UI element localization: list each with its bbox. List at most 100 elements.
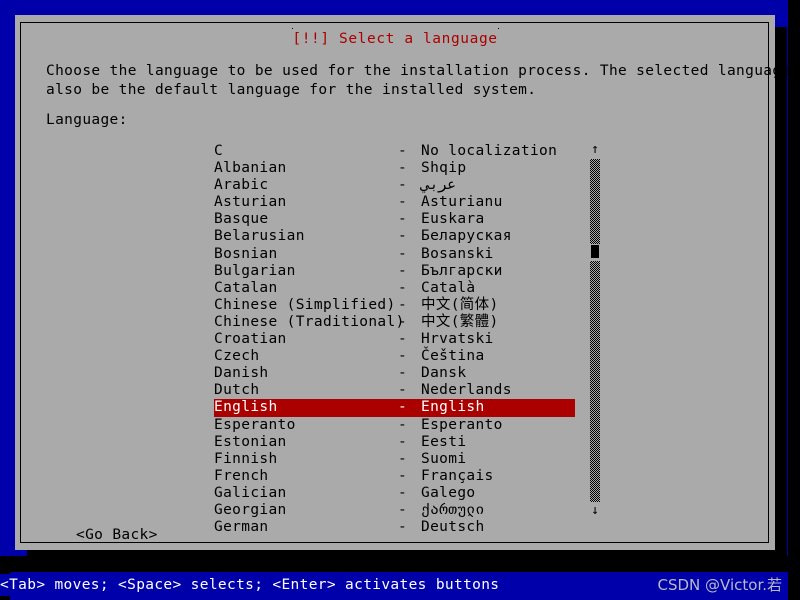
language-native-name: عربي bbox=[421, 177, 456, 194]
language-row[interactable]: Belarusian - Беларуская bbox=[214, 228, 584, 245]
language-name: Galician bbox=[214, 484, 287, 501]
language-separator: - bbox=[398, 450, 408, 467]
language-name: French bbox=[214, 467, 269, 484]
language-name: Finnish bbox=[214, 450, 278, 467]
language-row[interactable]: Esperanto - Esperanto bbox=[214, 417, 584, 434]
language-name: Estonian bbox=[214, 433, 287, 450]
dialog-title-bar: [!!] Select a language bbox=[15, 28, 775, 49]
language-name: Belarusian bbox=[214, 228, 305, 245]
language-name: Bulgarian bbox=[214, 262, 296, 279]
language-row[interactable]: Dutch - Nederlands bbox=[214, 382, 584, 399]
language-row[interactable]: Danish - Dansk bbox=[214, 365, 584, 382]
language-native-name: 中文(简体) bbox=[421, 296, 499, 313]
instruction-text: Choose the language to be used for the i… bbox=[46, 62, 800, 100]
language-native-name: Bosanski bbox=[421, 245, 494, 262]
language-separator: - bbox=[398, 416, 408, 433]
language-separator: - bbox=[398, 296, 408, 313]
language-native-name: English bbox=[421, 399, 485, 416]
language-native-name: ქართული bbox=[421, 501, 485, 518]
scroll-down-arrow-icon[interactable]: ↓ bbox=[588, 504, 602, 518]
language-separator: - bbox=[398, 399, 408, 416]
language-native-name: Euskara bbox=[421, 211, 485, 228]
language-native-name: Hrvatski bbox=[421, 331, 494, 348]
language-separator: - bbox=[398, 433, 408, 450]
language-separator: - bbox=[398, 484, 408, 501]
instruction-line-1: Choose the language to be used for the i… bbox=[46, 63, 800, 79]
language-name: Chinese (Traditional) bbox=[214, 313, 405, 330]
language-row[interactable]: Georgian - ქართული bbox=[214, 502, 584, 519]
language-separator: - bbox=[398, 262, 408, 279]
language-row[interactable]: French - Français bbox=[214, 468, 584, 485]
language-separator: - bbox=[398, 194, 408, 211]
keyboard-help-bar: <Tab> moves; <Space> selects; <Enter> ac… bbox=[0, 574, 640, 596]
scrollbar-trough-lower[interactable] bbox=[590, 261, 600, 502]
language-separator: - bbox=[398, 143, 408, 159]
language-name: Asturian bbox=[214, 194, 287, 211]
language-row[interactable]: Czech - Čeština bbox=[214, 348, 584, 365]
language-separator: - bbox=[398, 348, 408, 365]
language-row[interactable]: C - No localization bbox=[214, 143, 584, 160]
language-row[interactable]: Estonian - Eesti bbox=[214, 434, 584, 451]
language-native-name: Dansk bbox=[421, 365, 467, 382]
language-row[interactable]: German - Deutsch bbox=[214, 519, 584, 536]
language-separator: - bbox=[398, 313, 408, 330]
language-row[interactable]: Basque - Euskara bbox=[214, 211, 584, 228]
language-separator: - bbox=[398, 501, 408, 518]
language-list-scrollbar[interactable]: ↑ ↓ bbox=[588, 143, 602, 518]
language-native-name: No localization bbox=[421, 143, 558, 159]
language-row[interactable]: Bosnian - Bosanski bbox=[214, 246, 584, 263]
dialog-title: [!!] Select a language bbox=[282, 29, 508, 49]
select-language-dialog: [!!] Select a language Choose the langua… bbox=[15, 15, 800, 550]
language-row-selected[interactable]: English - English bbox=[214, 399, 575, 417]
language-row[interactable]: Galician - Galego bbox=[214, 485, 584, 502]
scroll-up-arrow-icon[interactable]: ↑ bbox=[588, 143, 602, 157]
language-separator: - bbox=[398, 279, 408, 296]
language-list[interactable]: C - No localization Albanian - Shqip Arabic - عر… bbox=[214, 143, 584, 535]
installer-screen: [!!] Select a language Choose the langua… bbox=[0, 0, 800, 600]
language-native-name: Shqip bbox=[421, 160, 467, 177]
language-name: C bbox=[214, 143, 224, 159]
watermark: CSDN @Victor.若 bbox=[657, 576, 783, 594]
language-row[interactable]: Chinese (Simplified) - 中文(简体) bbox=[214, 297, 584, 314]
language-name: Bosnian bbox=[214, 245, 278, 262]
language-row[interactable]: Asturian - Asturianu bbox=[214, 194, 584, 211]
language-separator: - bbox=[398, 365, 408, 382]
language-name: Basque bbox=[214, 211, 269, 228]
language-separator: - bbox=[398, 228, 408, 245]
language-row[interactable]: Catalan - Català bbox=[214, 280, 584, 297]
language-field-label: Language: bbox=[46, 112, 128, 128]
instruction-line-2: also be the default language for the ins… bbox=[46, 82, 537, 98]
language-name: Arabic bbox=[214, 177, 269, 194]
language-row[interactable]: Finnish - Suomi bbox=[214, 451, 584, 468]
language-name: Georgian bbox=[214, 501, 287, 518]
language-native-name: Deutsch bbox=[421, 519, 485, 536]
language-row[interactable]: Arabic - عربي bbox=[214, 177, 584, 194]
language-separator: - bbox=[398, 245, 408, 262]
language-name: Danish bbox=[214, 365, 269, 382]
scrollbar-thumb[interactable] bbox=[591, 245, 599, 258]
language-native-name: Suomi bbox=[421, 450, 467, 467]
language-separator: - bbox=[398, 382, 408, 399]
go-back-button[interactable]: <Go Back> bbox=[76, 527, 158, 543]
language-native-name: 中文(繁體) bbox=[421, 313, 499, 330]
language-native-name: Français bbox=[421, 467, 494, 484]
language-row[interactable]: Chinese (Traditional) - 中文(繁體) bbox=[214, 314, 584, 331]
language-native-name: Čeština bbox=[421, 348, 485, 365]
language-name: German bbox=[214, 519, 269, 536]
language-name: Dutch bbox=[214, 382, 260, 399]
scrollbar-trough-upper[interactable] bbox=[590, 159, 600, 244]
language-separator: - bbox=[398, 177, 408, 194]
language-name: Chinese (Simplified) bbox=[214, 296, 396, 313]
language-native-name: Galego bbox=[421, 484, 476, 501]
language-name: Czech bbox=[214, 348, 260, 365]
language-row[interactable]: Albanian - Shqip bbox=[214, 160, 584, 177]
language-row[interactable]: Bulgarian - Български bbox=[214, 263, 584, 280]
language-separator: - bbox=[398, 519, 408, 536]
language-row[interactable]: Croatian - Hrvatski bbox=[214, 331, 584, 348]
language-name: English bbox=[214, 399, 278, 416]
language-name: Catalan bbox=[214, 279, 278, 296]
language-name: Esperanto bbox=[214, 416, 296, 433]
language-native-name: Esperanto bbox=[421, 416, 503, 433]
language-native-name: Български bbox=[421, 262, 503, 279]
language-separator: - bbox=[398, 160, 408, 177]
